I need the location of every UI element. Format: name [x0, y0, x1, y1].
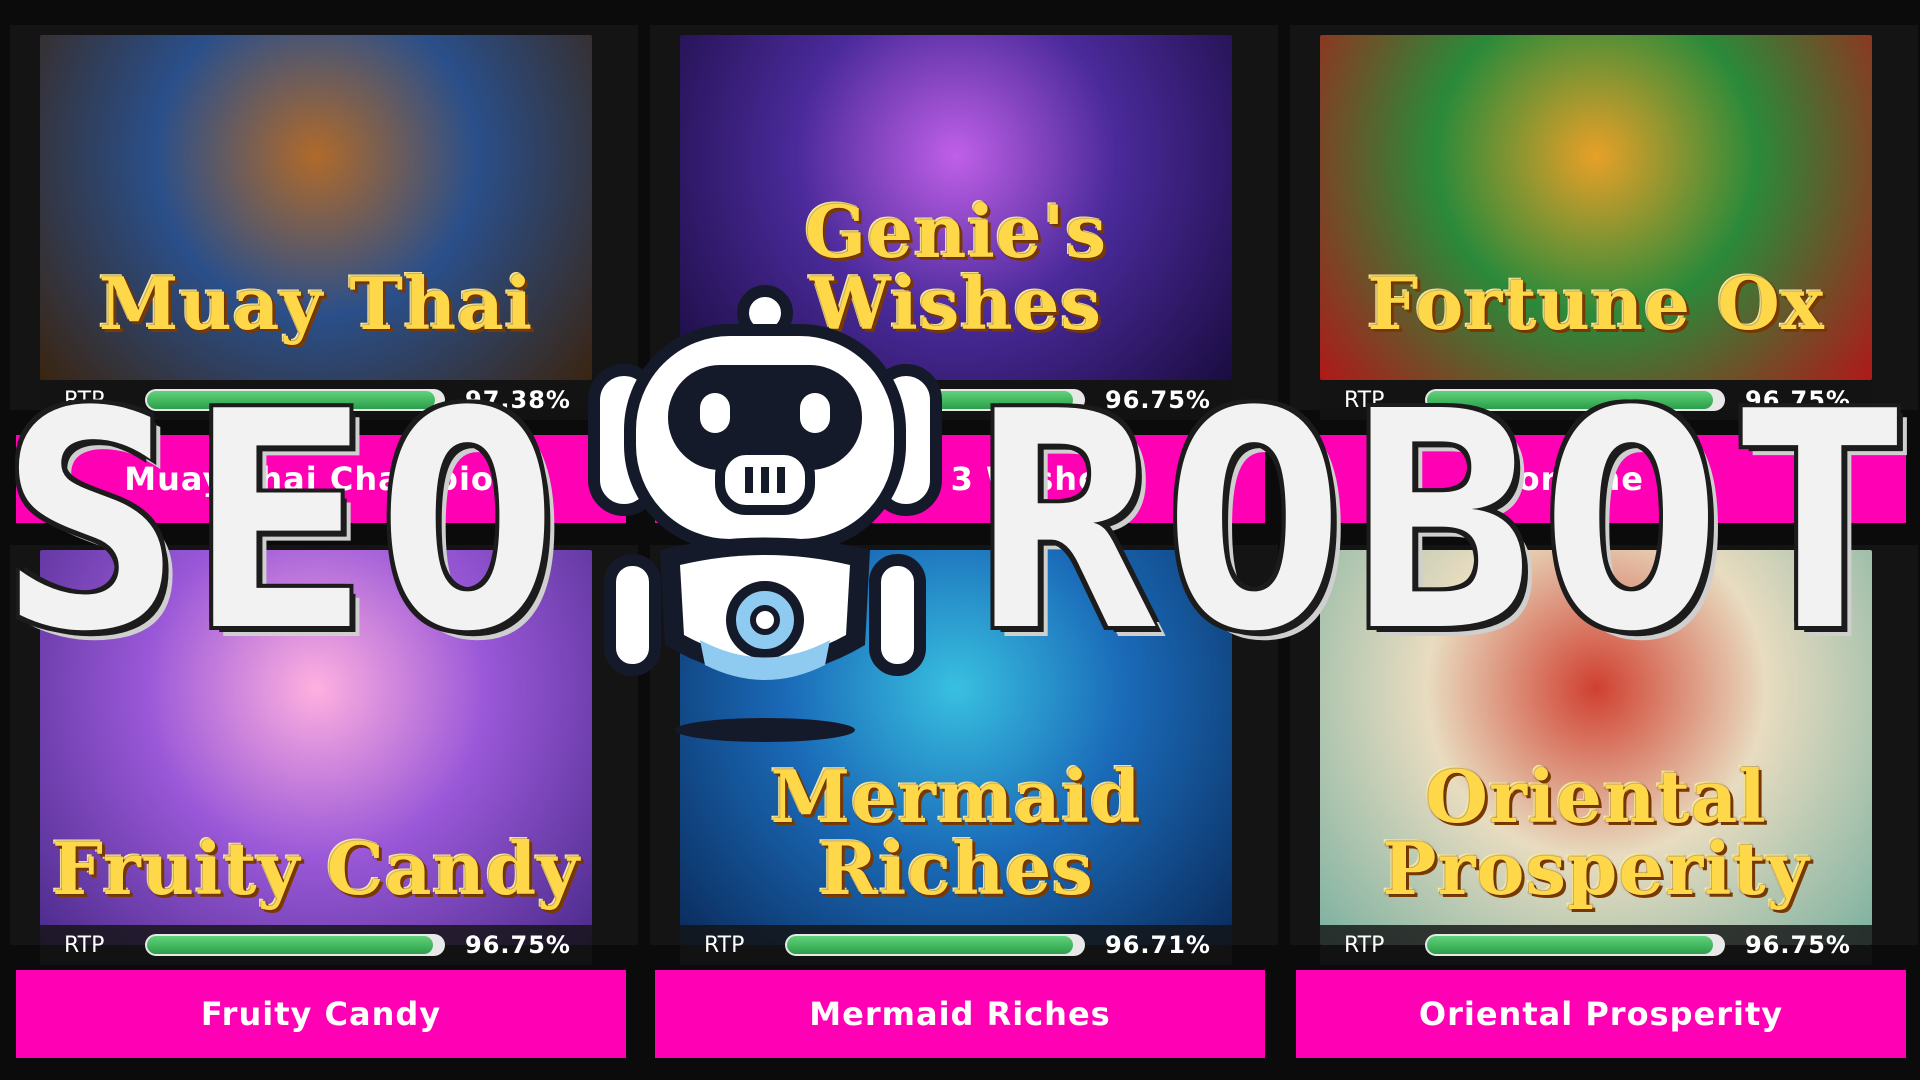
- rtp-label: RTP: [704, 387, 745, 413]
- rtp-label: RTP: [1344, 932, 1385, 958]
- rtp-value: 96.75%: [465, 931, 571, 959]
- rtp-progress-fill: [147, 936, 433, 954]
- rtp-progress-bar: [1425, 389, 1725, 411]
- game-art-title: Oriental Prosperity: [1382, 754, 1810, 911]
- game-thumbnail[interactable]: Oriental Prosperity: [1320, 550, 1872, 945]
- rtp-value: 96.75%: [1105, 386, 1211, 414]
- game-name-button-5[interactable]: Mermaid Riches: [655, 970, 1265, 1058]
- rtp-row: RTP 97.38%: [40, 380, 592, 420]
- rtp-label: RTP: [1344, 387, 1385, 413]
- rtp-label: RTP: [64, 387, 105, 413]
- rtp-progress-fill: [1427, 936, 1713, 954]
- rtp-row: RTP 96.71%: [680, 925, 1232, 965]
- game-card-1[interactable]: Muay Thai RTP 97.38%: [10, 25, 638, 420]
- rtp-row: RTP 96.75%: [1320, 925, 1872, 965]
- game-card-3[interactable]: Fortune Ox RTP 96.75%: [1290, 25, 1918, 420]
- rtp-progress-bar: [785, 389, 1085, 411]
- rtp-progress-bar: [1425, 934, 1725, 956]
- game-thumbnail[interactable]: Muay Thai: [40, 35, 592, 380]
- rtp-row: RTP 96.75%: [40, 925, 592, 965]
- rtp-value: 97.38%: [465, 386, 571, 414]
- game-art-title: Mermaid Riches: [770, 754, 1142, 911]
- game-art-title: Muay Thai: [98, 261, 534, 346]
- rtp-progress-fill: [1427, 391, 1713, 409]
- game-thumbnail[interactable]: Fortune Ox: [1320, 35, 1872, 380]
- rtp-value: 96.71%: [1105, 931, 1211, 959]
- game-card-5[interactable]: Mermaid Riches RTP 96.71%: [650, 545, 1278, 965]
- rtp-value: 96.75%: [1745, 931, 1851, 959]
- rtp-progress-fill: [147, 391, 435, 409]
- rtp-progress-bar: [785, 934, 1085, 956]
- rtp-label: RTP: [704, 932, 745, 958]
- game-name-button-3[interactable]: Fortune Ox: [1296, 435, 1906, 523]
- game-art-title: Fortune Ox: [1367, 261, 1825, 346]
- game-card-4[interactable]: Fruity Candy RTP 96.75%: [10, 545, 638, 965]
- rtp-progress-fill: [787, 391, 1073, 409]
- game-grid: Muay Thai RTP 97.38% Genie's Wishes RTP …: [0, 0, 1920, 1080]
- game-thumbnail[interactable]: Fruity Candy: [40, 550, 592, 945]
- game-name-button-2[interactable]: Genie's 3 Wishes: [655, 435, 1265, 523]
- game-name-button-1[interactable]: Muay Thai Champion: [16, 435, 626, 523]
- rtp-progress-bar: [145, 934, 445, 956]
- rtp-row: RTP 96.75%: [680, 380, 1232, 420]
- game-card-2[interactable]: Genie's Wishes RTP 96.75%: [650, 25, 1278, 420]
- rtp-label: RTP: [64, 932, 105, 958]
- game-name-button-6[interactable]: Oriental Prosperity: [1296, 970, 1906, 1058]
- game-thumbnail[interactable]: Genie's Wishes: [680, 35, 1232, 380]
- game-name-button-4[interactable]: Fruity Candy: [16, 970, 626, 1058]
- rtp-progress-fill: [787, 936, 1073, 954]
- game-card-6[interactable]: Oriental Prosperity RTP 96.75%: [1290, 545, 1918, 965]
- rtp-progress-bar: [145, 389, 445, 411]
- game-thumbnail[interactable]: Mermaid Riches: [680, 550, 1232, 945]
- game-art-title: Fruity Candy: [51, 826, 581, 911]
- rtp-row: RTP 96.75%: [1320, 380, 1872, 420]
- game-art-title: Genie's Wishes: [804, 189, 1108, 346]
- rtp-value: 96.75%: [1745, 386, 1851, 414]
